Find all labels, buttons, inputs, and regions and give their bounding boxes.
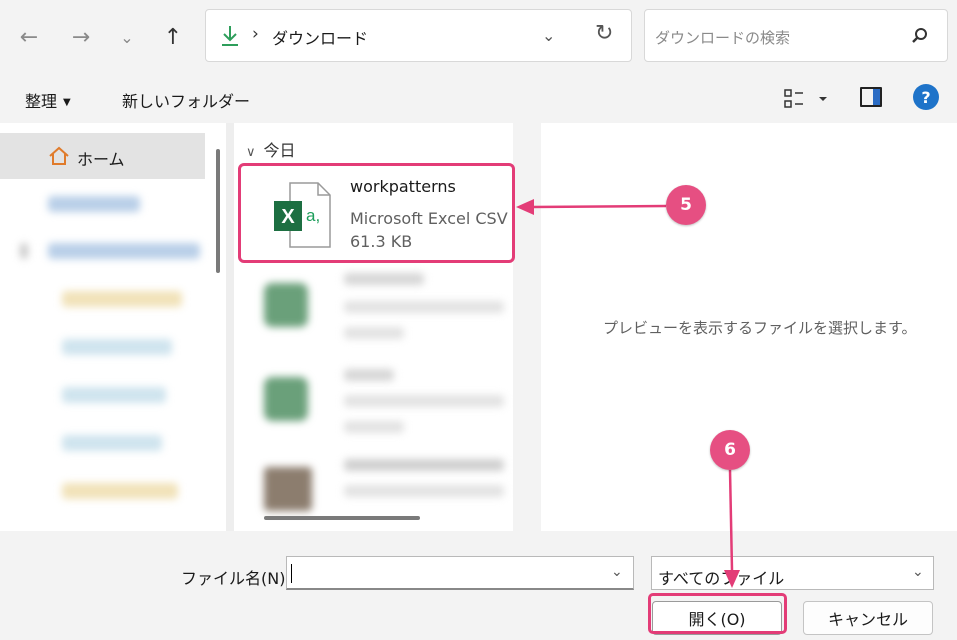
organize-menu-button[interactable]: 整理 ▼ [25,88,71,112]
nav-item-blurred[interactable] [62,291,182,307]
refresh-icon[interactable]: ↻ [595,21,613,46]
group-header-today[interactable]: ∨ 今日 [246,137,296,161]
preview-pane: プレビューを表示するファイルを選択します。 [541,123,957,531]
file-type-filter-select[interactable]: すべてのファイル ⌄ [651,556,934,590]
highlight-box-file [238,163,515,263]
file-name-input[interactable]: ⌄ [286,556,634,590]
file-name-label: ファイル名(N): [181,569,291,588]
file-item-blurred-icon[interactable] [264,283,308,327]
dropdown-caret-icon: ▼ [63,97,71,108]
view-options-icon[interactable] [783,87,831,111]
preview-message: プレビューを表示するファイルを選択します。 [603,319,917,337]
file-item-blurred-icon[interactable] [264,377,308,421]
step-badge-6: 6 [710,430,750,470]
cancel-button[interactable]: キャンセル [803,601,933,635]
organize-label: 整理 [25,92,58,111]
search-input[interactable]: ダウンロードの検索 [644,9,948,62]
file-item-blurred[interactable] [344,301,504,313]
file-item-blurred-icon[interactable] [264,467,312,511]
group-header-label: 今日 [263,141,296,160]
file-name-history-chevron-icon[interactable]: ⌄ [611,564,623,580]
preview-pane-toggle-icon[interactable] [860,87,882,107]
file-item-blurred[interactable] [344,369,394,381]
collapse-chevron-icon: ∨ [246,145,256,160]
file-type-filter-value: すべてのファイル [658,569,785,588]
search-icon[interactable] [907,24,931,48]
nav-item-blurred[interactable] [62,435,162,451]
address-bar[interactable]: › ダウンロード ⌄ ↻ [205,9,632,62]
nav-expander-blurred[interactable] [20,243,28,259]
download-icon [222,26,238,46]
breadcrumb-separator: › [252,24,259,44]
nav-item-home[interactable]: ホーム [0,133,205,179]
command-bar: 整理 ▼ 新しいフォルダー ? [0,75,957,123]
file-type-filter-chevron-icon: ⌄ [912,564,924,580]
nav-item-blurred[interactable] [62,339,172,355]
up-arrow-icon[interactable]: ↑ [158,22,188,52]
step-badge-5: 5 [666,185,706,225]
text-cursor [291,564,292,583]
nav-item-blurred[interactable] [48,196,140,212]
file-item-blurred[interactable] [344,421,404,433]
nav-item-blurred[interactable] [48,243,200,259]
help-icon[interactable]: ? [913,84,939,110]
nav-item-blurred[interactable] [62,483,178,499]
recent-locations-chevron-icon[interactable]: ⌄ [112,22,142,52]
nav-item-home-label: ホーム [77,150,125,169]
search-placeholder: ダウンロードの検索 [655,29,791,47]
pane-splitter[interactable] [513,123,541,531]
file-item-blurred[interactable] [344,327,404,339]
nav-item-blurred[interactable] [62,387,166,403]
file-item-blurred[interactable] [344,395,504,407]
new-folder-button[interactable]: 新しいフォルダー [122,88,250,112]
address-history-chevron-icon[interactable]: ⌄ [542,26,555,45]
highlight-box-open-button [648,593,787,634]
file-item-blurred[interactable] [344,273,424,285]
forward-arrow-icon[interactable]: → [66,22,96,52]
nav-scrollbar[interactable] [216,149,220,273]
breadcrumb-current-folder[interactable]: ダウンロード [272,25,368,49]
back-arrow-icon[interactable]: ← [14,22,44,52]
address-row: ← → ⌄ ↑ › ダウンロード ⌄ ↻ ダウンロードの検索 [0,0,957,75]
bottom-bar: ファイル名(N): ⌄ すべてのファイル ⌄ 開く(O) キャンセル [0,531,957,640]
file-item-blurred[interactable] [344,485,504,497]
file-item-blurred[interactable] [344,459,504,471]
pane-splitter[interactable] [226,123,234,531]
file-list-horizontal-scrollbar[interactable] [264,516,420,520]
navigation-pane: ホーム [0,123,226,531]
home-icon [49,146,69,165]
